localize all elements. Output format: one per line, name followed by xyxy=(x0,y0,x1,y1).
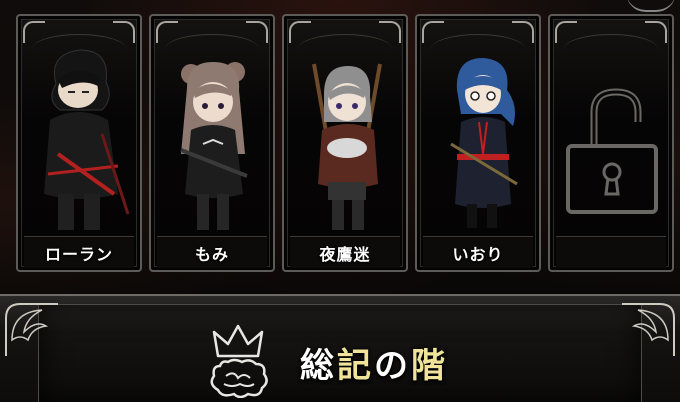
lock-icon xyxy=(566,88,658,214)
character-portrait-yotaka xyxy=(312,63,382,230)
title-char-2: 記 xyxy=(337,346,374,386)
character-card-2[interactable]: もみ xyxy=(149,14,275,272)
character-card-4[interactable]: いおり xyxy=(415,14,541,272)
title-char-1: 総 xyxy=(300,346,337,386)
character-portrait-iori xyxy=(450,58,518,228)
character-name: もみ xyxy=(194,244,229,264)
crown-brain-icon xyxy=(210,324,268,398)
character-card-1[interactable]: ローラン xyxy=(16,14,142,272)
name-plate: もみ xyxy=(157,236,267,268)
floor-title: 総記の階 xyxy=(300,338,448,388)
character-name: いおり xyxy=(452,244,504,264)
character-name: 夜鷹迷 xyxy=(319,244,371,264)
name-plate xyxy=(556,236,666,268)
character-card-locked[interactable] xyxy=(548,14,674,272)
character-portrait-momi xyxy=(180,62,248,230)
corner-flourish-icon xyxy=(5,303,58,356)
corner-flourish-icon xyxy=(622,303,675,356)
character-portrait-roland xyxy=(44,49,130,230)
name-plate: いおり xyxy=(423,236,533,268)
title-char-4: 階 xyxy=(411,346,448,386)
name-plate: 夜鷹迷 xyxy=(290,236,400,268)
name-plate: ローラン xyxy=(24,236,134,268)
character-name: ローラン xyxy=(44,244,113,264)
title-char-3: の xyxy=(374,346,411,386)
character-card-3[interactable]: 夜鷹迷 xyxy=(282,14,408,272)
card-arch xyxy=(564,34,658,64)
